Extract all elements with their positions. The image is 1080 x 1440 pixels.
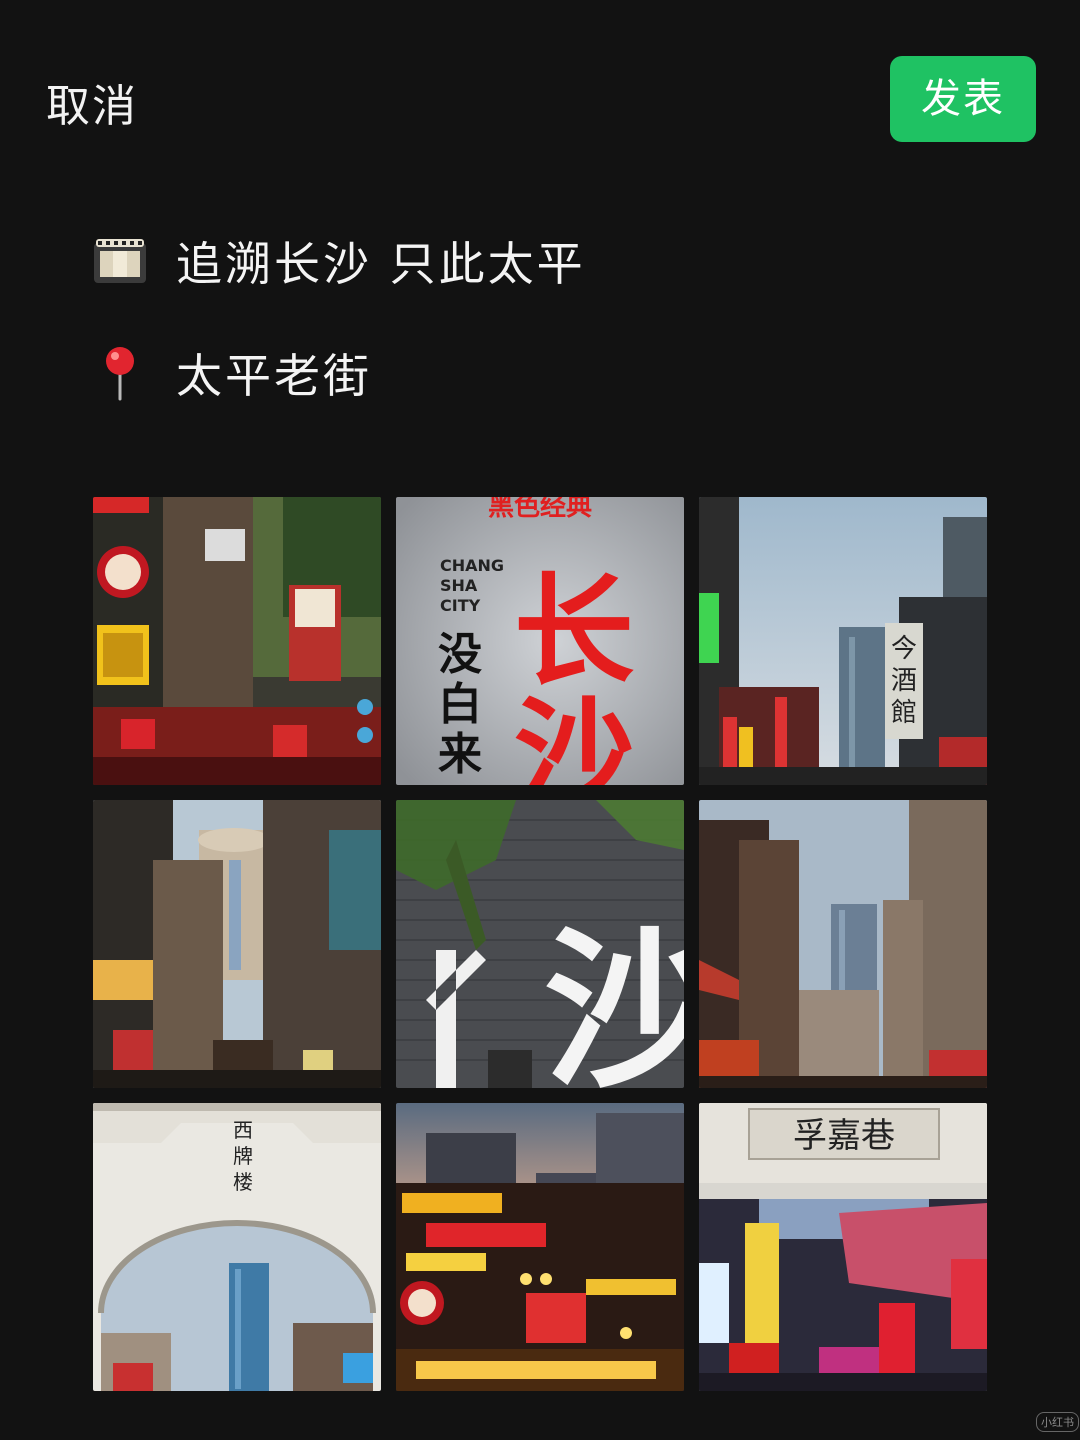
- location-row[interactable]: 太平老街: [90, 340, 372, 406]
- sign-vertical-2: 白: [438, 679, 482, 730]
- photo-tile[interactable]: 孚嘉巷: [699, 1103, 987, 1391]
- photo-tile[interactable]: [396, 1103, 684, 1391]
- gate-char-2: 牌: [233, 1144, 253, 1168]
- photo-tile[interactable]: 沙: [396, 800, 684, 1088]
- gate-char-3: 楼: [233, 1170, 253, 1194]
- sign-char-1: 今: [891, 634, 917, 664]
- location-pin-icon: [90, 343, 150, 403]
- gate-title: 孚嘉巷: [793, 1116, 895, 1156]
- photo-tile[interactable]: [93, 800, 381, 1088]
- cancel-button[interactable]: 取消: [46, 70, 138, 134]
- watermark: 小红书: [1036, 1412, 1079, 1432]
- sign-char-2: 酒: [891, 666, 917, 696]
- post-composer: 取消 发表 追溯长沙 只此太平 太平老街 黑色经典 CHANG SHA CITY…: [0, 0, 1080, 1440]
- publish-button[interactable]: 发表: [890, 56, 1036, 142]
- photo-grid: 黑色经典 CHANG SHA CITY 没 白 来 长 沙 今 酒 館 沙 西 …: [93, 497, 987, 1391]
- sign-en-line-2: SHA: [440, 576, 478, 595]
- sign-vertical-3: 来: [438, 729, 482, 780]
- sign-vertical-1: 没: [438, 629, 482, 680]
- photo-tile[interactable]: 西 牌 楼: [93, 1103, 381, 1391]
- film-strip-icon: [90, 231, 150, 291]
- wall-text: 沙: [544, 913, 684, 1088]
- gate-char-1: 西: [233, 1118, 253, 1142]
- photo-tile[interactable]: [93, 497, 381, 785]
- post-title-row[interactable]: 追溯长沙 只此太平: [90, 228, 586, 294]
- sign-top-text: 黑色经典: [488, 497, 592, 522]
- sign-char-3: 館: [891, 698, 917, 728]
- photo-tile[interactable]: [699, 800, 987, 1088]
- sign-en-line-1: CHANG: [440, 556, 504, 575]
- sign-en-line-3: CITY: [440, 596, 481, 615]
- post-title: 追溯长沙 只此太平: [176, 237, 586, 291]
- sign-big-2: 沙: [514, 687, 634, 785]
- photo-tile[interactable]: 黑色经典 CHANG SHA CITY 没 白 来 长 沙: [396, 497, 684, 785]
- photo-tile[interactable]: 今 酒 館: [699, 497, 987, 785]
- sign-big-1: 长: [514, 563, 634, 702]
- location-text: 太平老街: [176, 349, 372, 403]
